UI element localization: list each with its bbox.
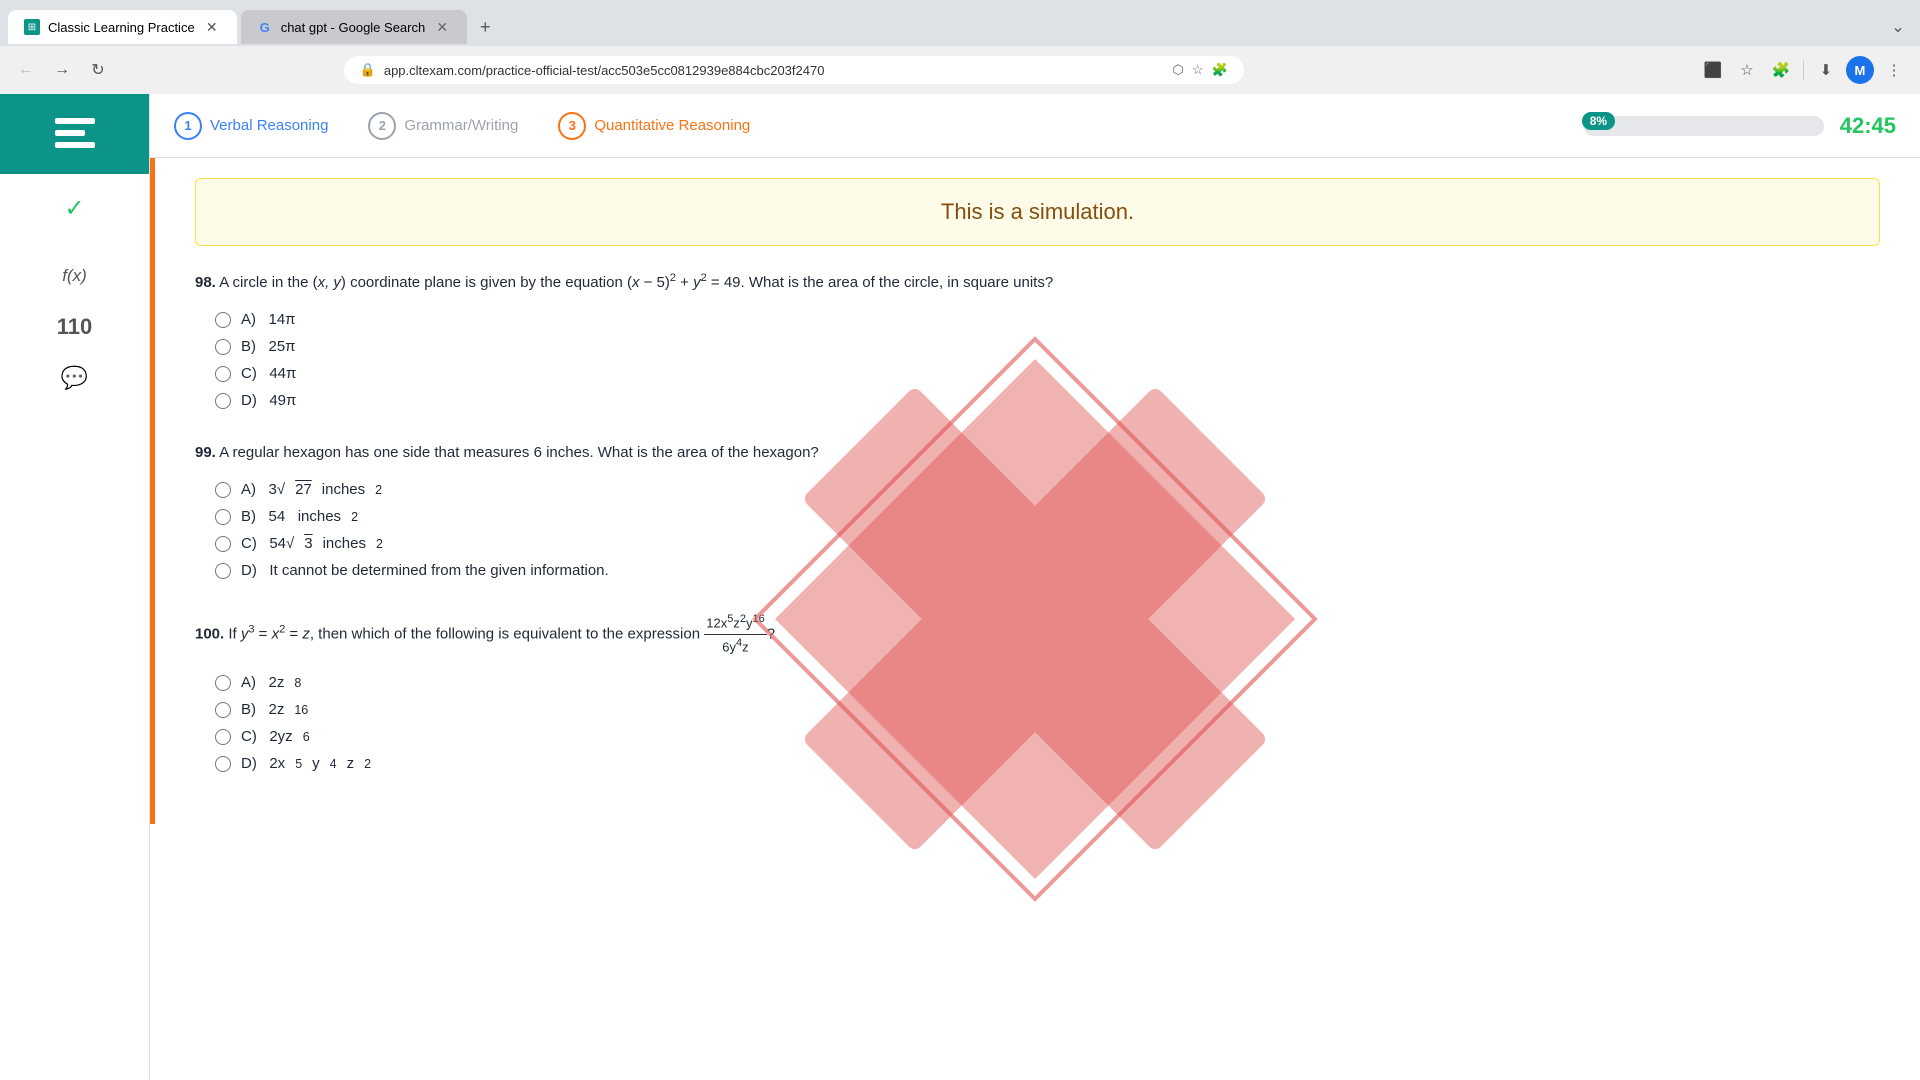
q98-option-c[interactable]: C) 44π bbox=[215, 365, 1880, 382]
q99-radio-c[interactable] bbox=[215, 536, 231, 552]
lock-icon: 🔒 bbox=[360, 62, 376, 78]
tab2-label: chat gpt - Google Search bbox=[281, 20, 426, 35]
check-icon: ✓ bbox=[64, 194, 84, 223]
new-tab-button[interactable]: + bbox=[471, 13, 499, 41]
extensions-icon[interactable]: 🧩 bbox=[1767, 56, 1795, 84]
back-button[interactable]: ← bbox=[12, 56, 40, 84]
step2-circle: 2 bbox=[368, 112, 396, 140]
q98-radio-b[interactable] bbox=[215, 339, 231, 355]
tab-inactive[interactable]: G chat gpt - Google Search ✕ bbox=[241, 10, 468, 44]
q100-option-b[interactable]: B) 2z16 bbox=[215, 701, 1880, 718]
q100-radio-a[interactable] bbox=[215, 675, 231, 691]
star-icon[interactable]: ☆ bbox=[1192, 62, 1204, 78]
main-content: This is a simulation. 98. A circle in th… bbox=[150, 158, 1920, 1080]
extension-icon: 🧩 bbox=[1211, 62, 1227, 78]
cast-icon: ⬡ bbox=[1172, 62, 1183, 78]
progress-area: 8% 42:45 bbox=[1584, 113, 1896, 139]
bookmark-icon[interactable]: ☆ bbox=[1733, 56, 1761, 84]
step-verbal[interactable]: 1 Verbal Reasoning bbox=[174, 112, 328, 140]
progress-badge: 8% bbox=[1582, 112, 1615, 130]
q100-option-d[interactable]: D) 2x5y4z2 bbox=[215, 755, 1880, 772]
q100-radio-c[interactable] bbox=[215, 729, 231, 745]
q98-radio-d[interactable] bbox=[215, 393, 231, 409]
tab2-close[interactable]: ✕ bbox=[433, 18, 451, 36]
question-100-options: A) 2z8 B) 2z16 C) 2yz6 D) 2x5y4z2 bbox=[215, 674, 1880, 772]
progress-bar: 8% bbox=[1584, 116, 1824, 136]
tab1-close[interactable]: ✕ bbox=[203, 18, 221, 36]
q100-option-c[interactable]: C) 2yz6 bbox=[215, 728, 1880, 745]
q100-radio-b[interactable] bbox=[215, 702, 231, 718]
step1-circle: 1 bbox=[174, 112, 202, 140]
question-98-options: A) 14π B) 25π C) 44π D) 49π bbox=[215, 311, 1880, 409]
step3-label: Quantitative Reasoning bbox=[594, 117, 750, 134]
question-100: 100. If y3 = x2 = z, then which of the f… bbox=[195, 611, 1880, 772]
browser-chrome: ⊞ Classic Learning Practice ✕ G chat gpt… bbox=[0, 0, 1920, 94]
tab-end-button[interactable]: ⌄ bbox=[1884, 13, 1912, 41]
chat-button[interactable]: 💬 bbox=[45, 348, 105, 408]
simulation-banner: This is a simulation. bbox=[195, 178, 1880, 246]
q99-radio-d[interactable] bbox=[215, 563, 231, 579]
step2-label: Grammar/Writing bbox=[404, 117, 518, 134]
menu-button[interactable]: ⋮ bbox=[1880, 56, 1908, 84]
question-98-text: 98. A circle in the (x, y) coordinate pl… bbox=[195, 270, 1880, 295]
check-button[interactable]: ✓ bbox=[45, 178, 105, 238]
address-bar-icons: ⬡ ☆ 🧩 bbox=[1172, 62, 1227, 78]
q99-radio-a[interactable] bbox=[215, 482, 231, 498]
q100-radio-d[interactable] bbox=[215, 756, 231, 772]
q99-option-d[interactable]: D) It cannot be determined from the give… bbox=[215, 562, 1880, 579]
address-bar-row: ← → ↻ 🔒 app.cltexam.com/practice-officia… bbox=[0, 46, 1920, 94]
q98-option-a[interactable]: A) 14π bbox=[215, 311, 1880, 328]
q98-radio-c[interactable] bbox=[215, 366, 231, 382]
app: ✓ f(x) 110 💬 1 Verbal Reasoning 2 Gramma… bbox=[0, 94, 1920, 1080]
step-quantitative[interactable]: 3 Quantitative Reasoning bbox=[558, 112, 750, 140]
timer: 42:45 bbox=[1840, 113, 1896, 139]
simulation-text: This is a simulation. bbox=[941, 199, 1134, 224]
logo bbox=[0, 94, 149, 174]
chat-icon: 💬 bbox=[61, 365, 88, 391]
logo-icon bbox=[51, 110, 99, 158]
address-bar[interactable]: 🔒 app.cltexam.com/practice-official-test… bbox=[344, 56, 1244, 84]
step1-label: Verbal Reasoning bbox=[210, 117, 328, 134]
question-99-options: A) 3√27 inches2 B) 54 inches2 C) 54√3 in… bbox=[215, 481, 1880, 579]
sidebar: ✓ f(x) 110 💬 bbox=[0, 94, 150, 1080]
q98-radio-a[interactable] bbox=[215, 312, 231, 328]
fx-icon: f(x) bbox=[62, 266, 87, 286]
screen-icon[interactable]: ⬛ bbox=[1699, 56, 1727, 84]
q99-option-c[interactable]: C) 54√3 inches2 bbox=[215, 535, 1880, 552]
tab2-favicon: G bbox=[257, 19, 273, 35]
tab-active[interactable]: ⊞ Classic Learning Practice ✕ bbox=[8, 10, 237, 44]
step-grammar[interactable]: 2 Grammar/Writing bbox=[368, 112, 518, 140]
question-number: 110 bbox=[57, 314, 93, 340]
top-nav: 1 Verbal Reasoning 2 Grammar/Writing 3 Q… bbox=[150, 94, 1920, 158]
question-98: 98. A circle in the (x, y) coordinate pl… bbox=[195, 270, 1880, 409]
step3-circle: 3 bbox=[558, 112, 586, 140]
tab-bar: ⊞ Classic Learning Practice ✕ G chat gpt… bbox=[0, 0, 1920, 46]
question-99: 99. A regular hexagon has one side that … bbox=[195, 441, 1880, 579]
question-100-text: 100. If y3 = x2 = z, then which of the f… bbox=[195, 611, 1880, 658]
tab1-label: Classic Learning Practice bbox=[48, 20, 195, 35]
profile-button[interactable]: M bbox=[1846, 56, 1874, 84]
q98-option-b[interactable]: B) 25π bbox=[215, 338, 1880, 355]
reload-button[interactable]: ↻ bbox=[84, 56, 112, 84]
q99-radio-b[interactable] bbox=[215, 509, 231, 525]
right-panel: 1 Verbal Reasoning 2 Grammar/Writing 3 Q… bbox=[150, 94, 1920, 1080]
q99-option-a[interactable]: A) 3√27 inches2 bbox=[215, 481, 1880, 498]
question-99-text: 99. A regular hexagon has one side that … bbox=[195, 441, 1880, 465]
content-with-border: This is a simulation. 98. A circle in th… bbox=[150, 158, 1920, 824]
download-icon[interactable]: ⬇ bbox=[1812, 56, 1840, 84]
tab1-favicon: ⊞ bbox=[24, 19, 40, 35]
toolbar-icons: ⬛ ☆ 🧩 ⬇ M ⋮ bbox=[1699, 56, 1908, 84]
fx-button[interactable]: f(x) bbox=[45, 246, 105, 306]
separator bbox=[1803, 60, 1804, 80]
forward-button[interactable]: → bbox=[48, 56, 76, 84]
q98-option-d[interactable]: D) 49π bbox=[215, 392, 1880, 409]
url-text: app.cltexam.com/practice-official-test/a… bbox=[384, 63, 1165, 78]
q99-option-b[interactable]: B) 54 inches2 bbox=[215, 508, 1880, 525]
q100-option-a[interactable]: A) 2z8 bbox=[215, 674, 1880, 691]
